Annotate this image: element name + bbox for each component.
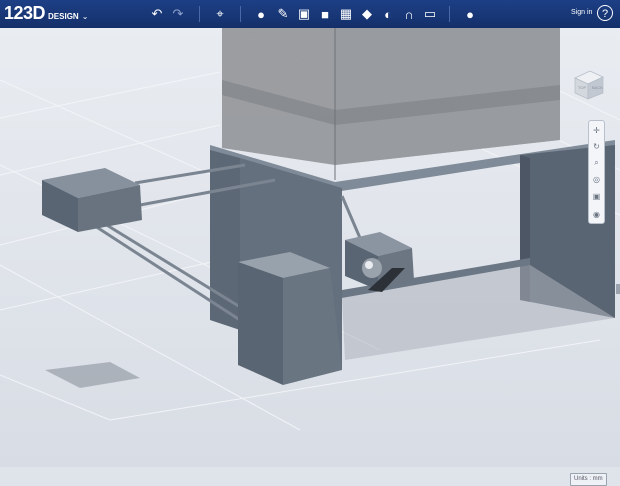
material-icon[interactable]: ● bbox=[460, 4, 480, 24]
redo-icon[interactable]: ↷ bbox=[168, 4, 188, 24]
undo-icon[interactable]: ↶ bbox=[147, 4, 167, 24]
app-menu-button[interactable]: 123D DESIGN ⌄ bbox=[4, 3, 88, 24]
grouping-icon[interactable]: ◆ bbox=[357, 4, 377, 24]
toolbar-divider bbox=[240, 6, 241, 22]
navigation-bar: ✛ ↻ ⌕ ◎ ▣ ◉ bbox=[588, 120, 605, 224]
orbit-icon[interactable]: ↻ bbox=[591, 141, 602, 152]
pan-icon[interactable]: ✛ bbox=[591, 125, 602, 136]
construct-icon[interactable]: ▣ bbox=[294, 4, 314, 24]
view-cube[interactable]: TOP BACK bbox=[572, 68, 606, 102]
chevron-down-icon: ⌄ bbox=[81, 12, 89, 21]
front-block bbox=[238, 252, 342, 385]
sign-in-link[interactable]: Sign in bbox=[571, 9, 592, 16]
toolbar-divider bbox=[199, 6, 200, 22]
combine-icon[interactable]: ◐ bbox=[378, 4, 398, 24]
transform-icon[interactable]: ⌖ bbox=[210, 4, 230, 24]
help-button[interactable]: ? bbox=[597, 5, 613, 21]
sketch-icon[interactable]: ✎ bbox=[273, 4, 293, 24]
side-panel-handle[interactable] bbox=[616, 284, 620, 294]
measure-icon[interactable]: ▭ bbox=[420, 4, 440, 24]
scene-canvas bbox=[0, 28, 620, 467]
zoom-icon[interactable]: ⌕ bbox=[591, 157, 602, 168]
modify-icon[interactable]: ■ bbox=[315, 4, 335, 24]
units-indicator[interactable]: Units : mm bbox=[570, 473, 607, 486]
fit-view-icon[interactable]: ◎ bbox=[591, 174, 602, 185]
view-cube-top-label: TOP bbox=[578, 85, 586, 90]
toolbar-divider bbox=[449, 6, 450, 22]
visibility-icon[interactable]: ◉ bbox=[591, 209, 602, 220]
app-logo-subtitle: DESIGN bbox=[48, 12, 79, 21]
snap-icon[interactable]: ∩ bbox=[399, 4, 419, 24]
view-cube-back-label: BACK bbox=[592, 85, 603, 90]
primitives-icon[interactable]: ● bbox=[251, 4, 271, 24]
3d-viewport[interactable]: TOP BACK ✛ ↻ ⌕ ◎ ▣ ◉ Units : mm bbox=[0, 28, 620, 486]
pattern-icon[interactable]: ▦ bbox=[336, 4, 356, 24]
main-toolbar: 123D DESIGN ⌄ ↶ ↷ ⌖ ● ✎ ▣ ■ ▦ ◆ ◐ ∩ ▭ ● … bbox=[0, 0, 620, 28]
app-logo: 123D bbox=[4, 3, 46, 23]
view-mode-icon[interactable]: ▣ bbox=[591, 191, 602, 202]
